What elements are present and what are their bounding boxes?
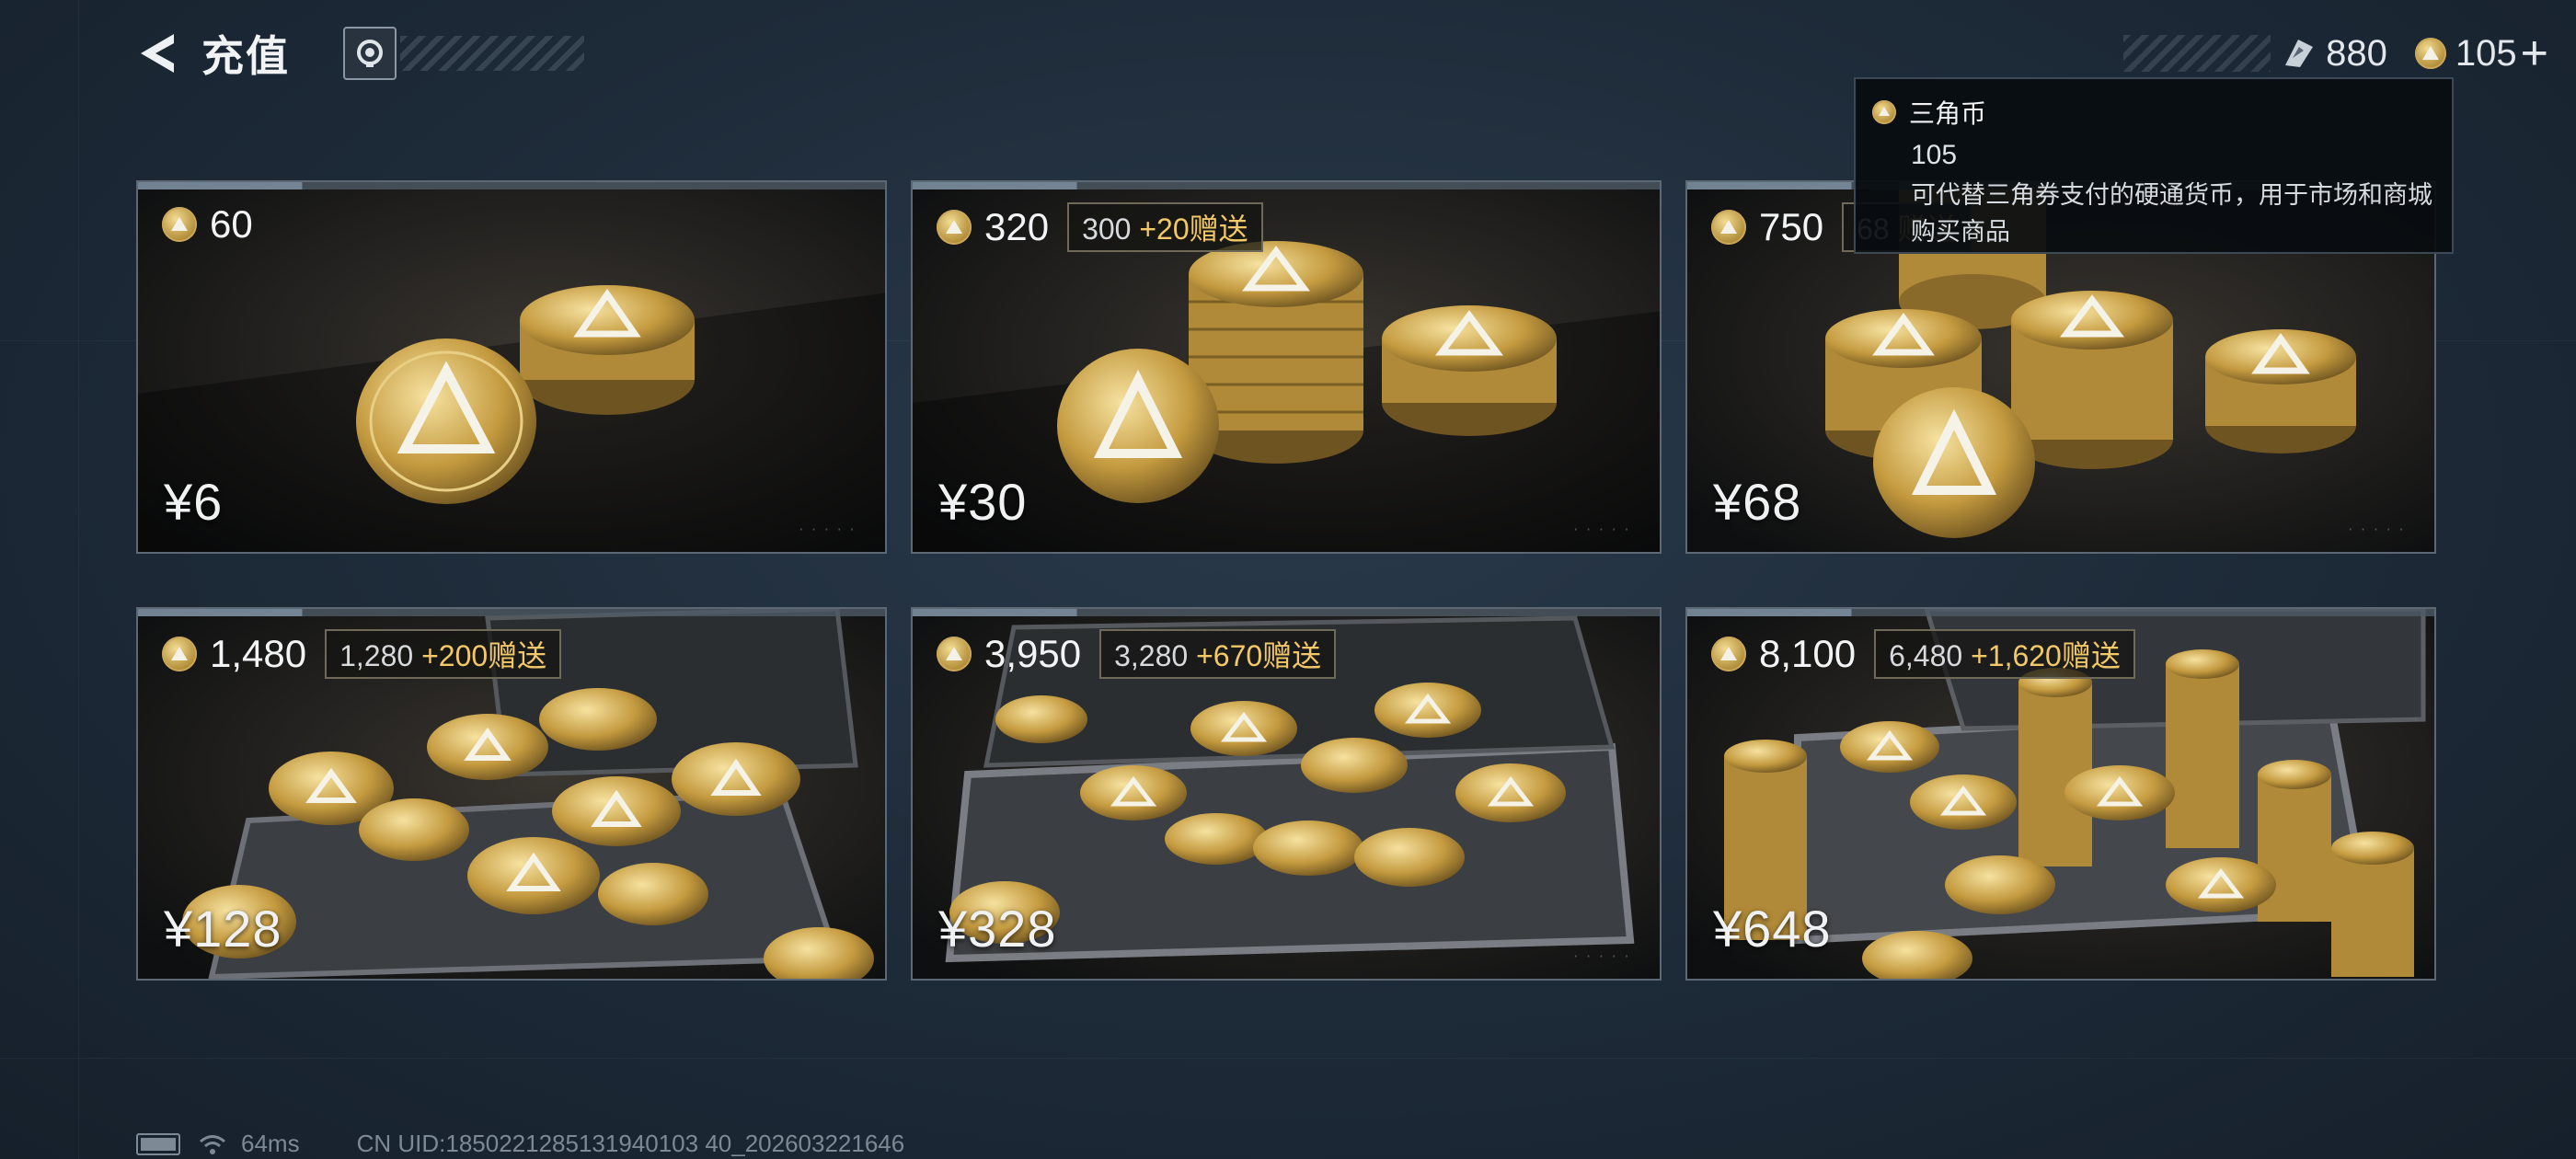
- delta-coin-icon: [162, 207, 197, 242]
- bonus-badge: 1,280 +200赠送: [325, 629, 562, 679]
- battery-icon: [136, 1132, 180, 1155]
- customer-service-icon: [357, 40, 383, 67]
- pack-card-1[interactable]: 60 ¥6 ·····: [136, 180, 887, 554]
- card-decoration: ·····: [2346, 523, 2410, 537]
- pack-price: ¥648: [1713, 900, 1832, 958]
- top-bar: 充值: [133, 20, 584, 86]
- header-decoration: [400, 36, 584, 71]
- card-decoration: [913, 609, 1660, 616]
- user-uid: CN UID:1850221285131940103 40_2026032216…: [356, 1130, 905, 1157]
- bonus-base: 3,280: [1114, 639, 1189, 672]
- background-grid-line: [78, 0, 79, 1159]
- coin-balance[interactable]: 105 +: [2414, 29, 2548, 77]
- bonus-badge: 3,280 +670赠送: [1099, 629, 1337, 679]
- pack-price: ¥6: [164, 473, 224, 531]
- currency-decoration: [2123, 35, 2271, 72]
- card-decoration: [1687, 609, 2434, 616]
- page-title: 充值: [201, 32, 290, 80]
- tooltip-value: 105: [1911, 140, 1958, 170]
- card-decoration: [138, 609, 885, 616]
- bonus-base: 6,480: [1889, 639, 1963, 672]
- pack-amount-value: 60: [210, 202, 253, 246]
- delta-coin-icon: [1872, 100, 1896, 124]
- ticket-balance[interactable]: 880: [2280, 33, 2387, 75]
- pack-card-6[interactable]: 8,100 6,480 +1,620赠送 ¥648: [1685, 607, 2436, 981]
- tooltip-description: 可代替三角券支付的硬通货币，用于市场和商城购买商品: [1911, 181, 2432, 246]
- pack-amount-value: 3,950: [984, 632, 1082, 675]
- pack-amount-value: 320: [984, 205, 1050, 248]
- pack-card-5[interactable]: 3,950 3,280 +670赠送 ¥328 ·····: [911, 607, 1662, 981]
- pack-amount: 1,480 1,280 +200赠送: [162, 629, 562, 679]
- card-decoration: ·····: [1571, 523, 1636, 537]
- back-arrow-icon: [141, 34, 174, 73]
- delta-coin-icon: [2414, 38, 2446, 69]
- pack-amount: 8,100 6,480 +1,620赠送: [1711, 629, 2135, 679]
- card-decoration: ·····: [1571, 950, 1636, 964]
- bonus-gift: +670赠送: [1196, 639, 1322, 672]
- delta-ticket-icon: [2285, 40, 2314, 67]
- pack-amount-value: 750: [1759, 205, 1824, 248]
- status-footer: 64ms CN UID:1850221285131940103 40_20260…: [136, 1130, 904, 1158]
- pack-amount: 3,950 3,280 +670赠送: [937, 629, 1337, 679]
- delta-coin-icon: [1711, 210, 1746, 245]
- pack-price: ¥128: [164, 900, 282, 958]
- customer-service-button[interactable]: [343, 27, 397, 80]
- back-button[interactable]: [133, 26, 181, 81]
- pack-amount: 60: [162, 202, 253, 247]
- background-grid-line: [0, 1058, 2576, 1059]
- pack-amount-value: 8,100: [1759, 632, 1857, 675]
- pack-card-4[interactable]: 1,480 1,280 +200赠送 ¥128: [136, 607, 887, 981]
- delta-coin-icon: [937, 210, 972, 245]
- bonus-gift: +1,620赠送: [1971, 639, 2121, 672]
- card-decoration: ·····: [797, 523, 861, 537]
- ticket-value: 880: [2326, 32, 2387, 74]
- coin-value: 105: [2455, 32, 2517, 74]
- pack-card-2[interactable]: 320 300 +20赠送 ¥30 ·····: [911, 180, 1662, 554]
- bonus-gift: +200赠送: [421, 639, 547, 672]
- add-coins-button[interactable]: +: [2521, 29, 2548, 77]
- tooltip-header: 三角币: [1872, 94, 2435, 131]
- tooltip-title: 三角币: [1909, 99, 1987, 128]
- wifi-icon: [200, 1134, 225, 1154]
- bonus-badge: 300 +20赠送: [1067, 202, 1263, 252]
- card-decoration: [138, 182, 885, 189]
- bonus-base: 300: [1082, 212, 1132, 246]
- delta-coin-icon: [937, 637, 972, 671]
- pack-amount: 320 300 +20赠送: [937, 202, 1263, 252]
- bonus-badge: 6,480 +1,620赠送: [1874, 629, 2135, 679]
- currency-bar: 880 105 +: [2123, 26, 2576, 81]
- delta-coin-icon: [1711, 637, 1746, 671]
- pack-price: ¥68: [1713, 473, 1802, 531]
- currency-tooltip: 三角币 105 可代替三角券支付的硬通货币，用于市场和商城购买商品: [1854, 77, 2454, 254]
- pack-price: ¥328: [938, 900, 1057, 958]
- pack-amount-value: 1,480: [210, 632, 307, 675]
- card-decoration: [913, 182, 1660, 189]
- bonus-base: 1,280: [339, 639, 414, 672]
- bonus-gift: +20赠送: [1139, 212, 1248, 246]
- ping-value: 64ms: [241, 1130, 300, 1157]
- delta-coin-icon: [162, 637, 197, 671]
- pack-price: ¥30: [938, 473, 1028, 531]
